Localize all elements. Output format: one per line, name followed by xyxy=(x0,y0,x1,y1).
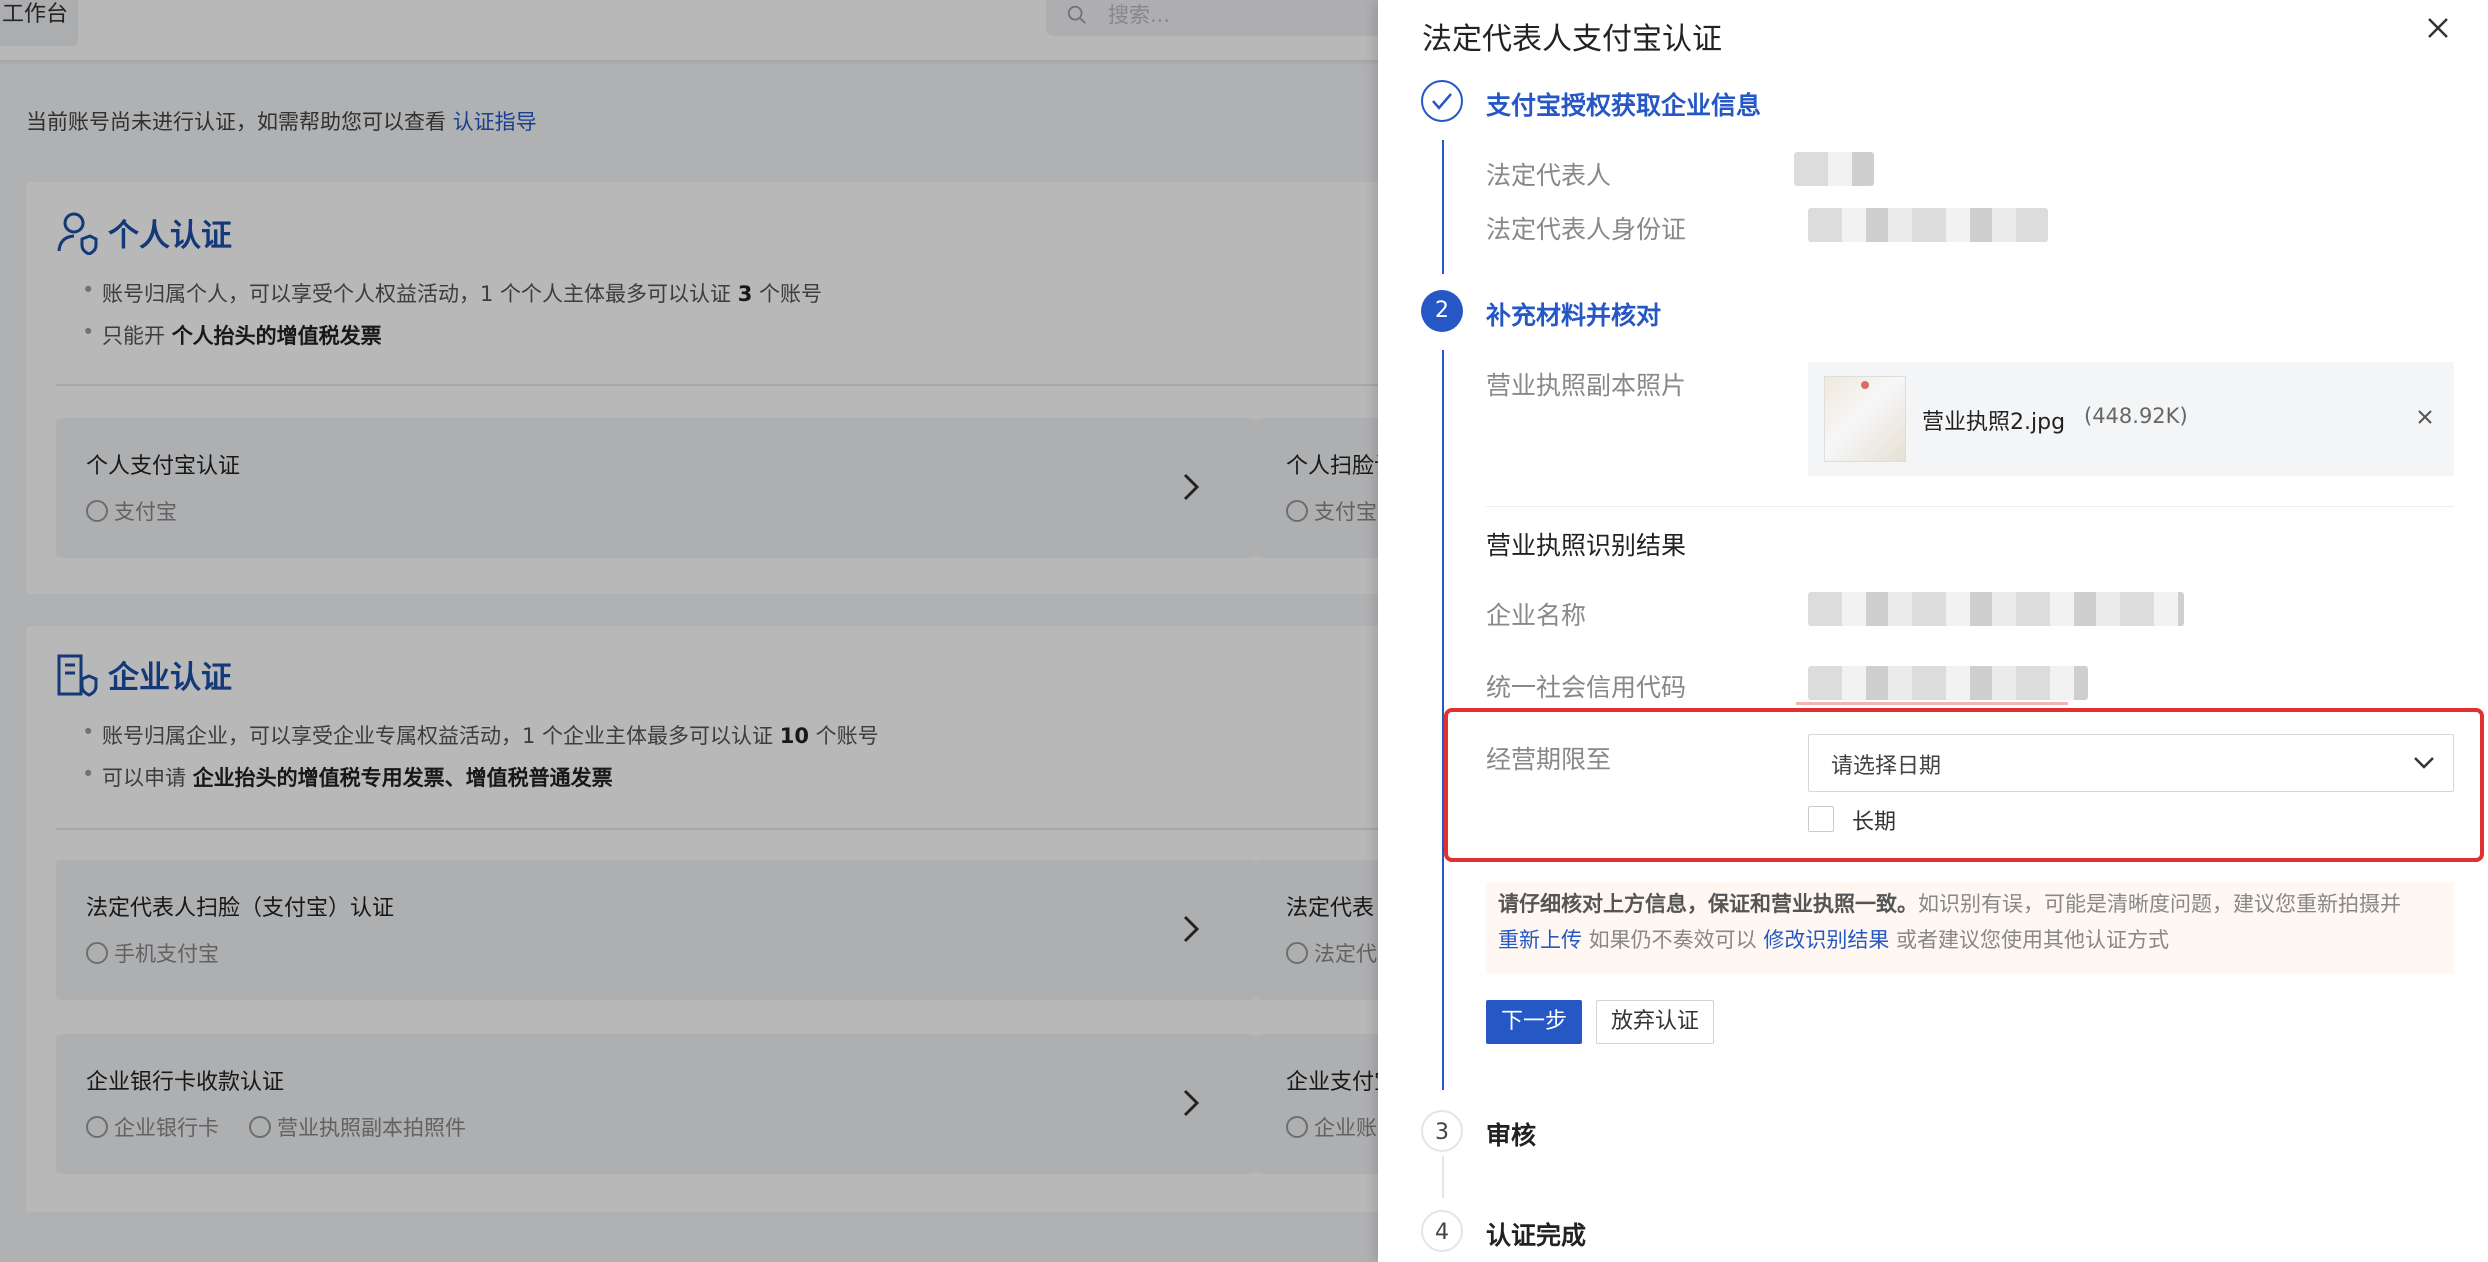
modal-overlay[interactable] xyxy=(0,0,1378,1262)
license-photo-label: 营业执照副本照片 xyxy=(1486,371,1687,400)
company-name-label: 企业名称 xyxy=(1486,601,1587,630)
legal-rep-id-value-redacted xyxy=(1808,208,2048,242)
file-name: 营业执照2.jpg xyxy=(1922,410,2066,435)
step-1-title: 支付宝授权获取企业信息 xyxy=(1486,91,1762,120)
legal-rep-value-redacted xyxy=(1794,152,1874,186)
file-size: (448.92K) xyxy=(2084,404,2188,428)
edit-result-link[interactable]: 修改识别结果 xyxy=(1763,928,1889,952)
tip-line-2: 重新上传 如果仍不奏效可以 修改识别结果 或者建议您使用其他认证方式 xyxy=(1498,928,2170,952)
step-connector-3 xyxy=(1442,1156,1444,1198)
step-3-indicator: 3 xyxy=(1421,1110,1463,1152)
credit-code-label: 统一社会信用代码 xyxy=(1486,673,1687,702)
uploaded-file: 营业执照2.jpg (448.92K) xyxy=(1808,362,2454,476)
step-connector-1 xyxy=(1442,140,1444,274)
step-4-indicator: 4 xyxy=(1421,1210,1463,1252)
recognition-result-title: 营业执照识别结果 xyxy=(1486,531,1687,560)
step-2-title: 补充材料并核对 xyxy=(1486,301,1662,330)
tip-line-1: 请仔细核对上方信息，保证和营业执照一致。如识别有误，可能是清晰度问题，建议您重新… xyxy=(1498,892,2401,916)
abandon-auth-button[interactable]: 放弃认证 xyxy=(1596,1000,1714,1044)
section-divider xyxy=(1486,506,2454,507)
credit-code-value-redacted xyxy=(1808,666,2088,700)
remove-file-icon[interactable] xyxy=(2416,408,2434,426)
company-name-value-redacted xyxy=(1808,592,2184,626)
step-3-title: 审核 xyxy=(1486,1121,1537,1150)
auth-drawer: 法定代表人支付宝认证 支付宝授权获取企业信息 法定代表人 法定代表人身份证 2 … xyxy=(1378,0,2488,1262)
close-icon[interactable] xyxy=(2424,14,2452,42)
check-icon xyxy=(1432,93,1452,110)
credit-code-underline xyxy=(1796,702,2068,705)
step-2-indicator: 2 xyxy=(1421,290,1463,332)
legal-rep-label: 法定代表人 xyxy=(1486,161,1612,190)
reupload-link[interactable]: 重新上传 xyxy=(1498,928,1582,952)
license-thumbnail[interactable] xyxy=(1824,376,1906,462)
step-1-indicator xyxy=(1421,80,1463,122)
legal-rep-id-label: 法定代表人身份证 xyxy=(1486,215,1687,244)
drawer-title: 法定代表人支付宝认证 xyxy=(1422,22,1722,57)
verification-tip: 请仔细核对上方信息，保证和营业执照一致。如识别有误，可能是清晰度问题，建议您重新… xyxy=(1486,882,2454,974)
next-step-button[interactable]: 下一步 xyxy=(1486,1000,1582,1044)
highlight-annotation xyxy=(1444,708,2484,862)
step-4-title: 认证完成 xyxy=(1486,1221,1587,1250)
